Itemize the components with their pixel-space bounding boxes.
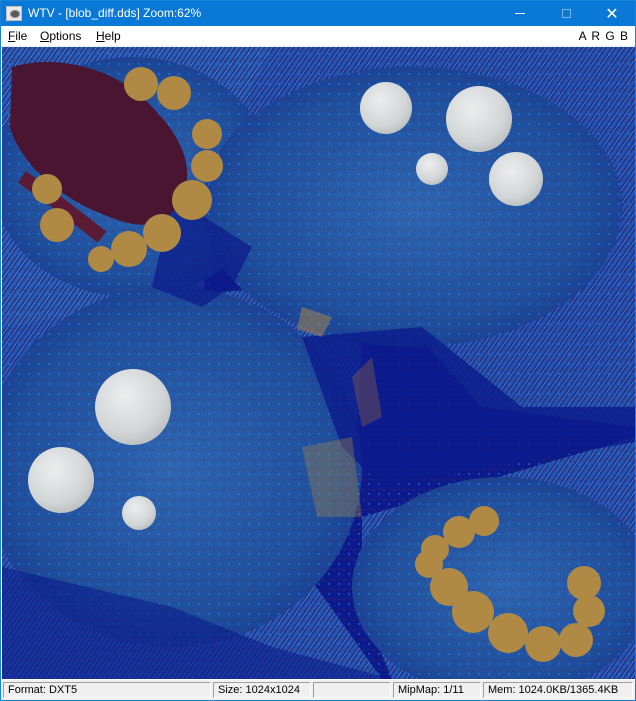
close-icon: ✕ xyxy=(605,3,619,23)
menu-bar: File Options Help A R G B xyxy=(1,26,635,47)
maximize-icon xyxy=(561,9,571,18)
minimize-button[interactable] xyxy=(497,1,543,26)
status-bar: Format: DXT5 Size: 1024x1024 MipMap: 1/1… xyxy=(1,680,635,700)
status-format: Format: DXT5 xyxy=(3,682,211,698)
texture-canvas[interactable] xyxy=(2,47,635,679)
status-empty xyxy=(313,682,391,698)
status-mipmap: MipMap: 1/11 xyxy=(393,682,481,698)
title-bar[interactable]: WTV - [blob_diff.dds] Zoom:62% ✕ xyxy=(1,1,635,26)
status-size: Size: 1024x1024 xyxy=(213,682,311,698)
window-title: WTV - [blob_diff.dds] Zoom:62% xyxy=(28,6,202,20)
app-window: WTV - [blob_diff.dds] Zoom:62% ✕ File Op… xyxy=(0,0,636,701)
menu-options[interactable]: Options xyxy=(40,29,81,43)
channel-selector[interactable]: A R G B xyxy=(579,29,629,43)
menu-help[interactable]: Help xyxy=(96,29,121,43)
maximize-button[interactable] xyxy=(543,1,589,26)
menu-file[interactable]: File xyxy=(8,29,27,43)
texture-image xyxy=(2,47,635,679)
minimize-icon xyxy=(515,13,525,14)
status-mem: Mem: 1024.0KB/1365.4KB xyxy=(483,682,633,698)
close-button[interactable]: ✕ xyxy=(589,1,635,26)
app-eye-icon[interactable] xyxy=(6,6,22,21)
